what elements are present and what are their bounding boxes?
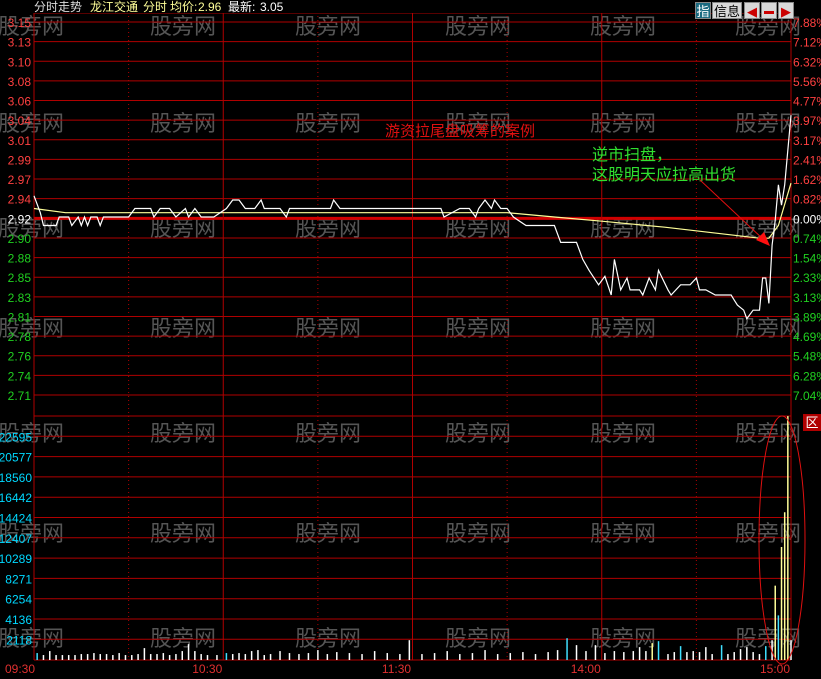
pct-tick-label: 5.56% [793,75,821,89]
avg-label: 均价: [170,0,198,14]
pct-tick-label: 1.62% [793,173,821,187]
watermark-text: 股旁网 [150,317,216,342]
pct-tick-label: 0.74% [793,232,821,246]
watermark-text: 股旁网 [150,522,216,547]
price-tick-label: 2.76 [8,350,32,364]
price-tick-label: 2.99 [8,153,32,167]
volume-tick-label: 2118 [6,633,32,647]
pct-tick-label: 3.17% [793,134,821,148]
info-button[interactable]: 信息 [712,2,742,19]
watermark-text: 股旁网 [150,422,216,447]
price-tick-label: 2.78 [8,330,32,344]
pct-tick-label: 6.28% [793,369,821,383]
latest-label: 最新: [228,0,256,14]
pct-tick-label: 5.48% [793,350,821,364]
volume-tick-label: 16442 [0,491,32,505]
index-button[interactable]: 指 [695,2,711,19]
watermark-text: 股旁网 [590,422,656,447]
price-tick-label: 3.01 [8,134,32,148]
intraday-chart: 股旁网 股旁网 股旁网 股旁网 股旁网 股旁网股旁网 股旁网 股旁网 股旁网 股旁网 股旁网股旁网股… [0,12,821,676]
price-tick-label: 2.92 [8,212,32,226]
price-tick-label: 2.83 [8,291,32,305]
price-tick-label: 3.06 [8,95,32,109]
next-icon[interactable]: ▶ [778,2,794,19]
volume-tick-label: 10289 [0,552,32,566]
pct-tick-label: 0.00% [793,212,821,226]
pct-tick-label: 2.33% [793,271,821,285]
axes: 3.15 7.88% 3.13 7.12% 3.10 6.32% 3.08 5.56% 3.06… [0,16,821,676]
price-tick-label: 3.13 [8,36,32,50]
time-tick-label: 15:00 [760,662,790,676]
mode-label: 分时 [143,0,168,14]
pct-tick-label: 3.89% [793,310,821,324]
watermark-text: 股旁网 [295,522,361,547]
price-tick-label: 2.74 [8,369,32,383]
annotation-note-1: 逆市扫盘， [592,145,672,164]
stock-name: 龙江交通 [90,0,139,14]
price-tick-label: 2.81 [8,310,32,324]
latest-value: 3.05 [260,0,284,14]
price-tick-label: 3.10 [8,55,32,69]
time-tick-label: 09:30 [5,662,35,676]
watermark-text: 股旁网 [295,15,361,40]
pct-tick-label: 7.12% [793,36,821,50]
grid [33,12,792,661]
volume-tick-label: 4136 [5,613,32,627]
volume-tick-label: 6254 [5,593,32,607]
price-tick-label: 2.88 [8,252,32,266]
watermark-text: 股旁网 [295,317,361,342]
volume-tick-label: 8271 [5,572,32,586]
avg-value: 2.96 [198,0,222,14]
prev-icon[interactable]: ◀ [744,2,760,19]
pct-tick-label: 3.13% [793,291,821,305]
price-tick-label: 2.85 [8,271,32,285]
pct-tick-label: 2.41% [793,153,821,167]
price-tick-label: 2.71 [8,389,32,403]
volume-tick-label: 18560 [0,471,32,485]
annotation-note-2: 这股明天应拉高出货 [592,165,736,184]
price-tick-label: 3.04 [8,114,32,128]
volume-tick-label: 12407 [0,532,32,546]
watermark-text: 股旁网 [445,522,511,547]
watermark-text: 股旁网 [445,422,511,447]
pct-tick-label: 0.82% [793,193,821,207]
pct-tick-label: 7.04% [793,389,821,403]
annotation-title: 游资拉尾盘吸筹的案例 [385,122,535,140]
price-tick-label: 2.90 [8,232,32,246]
annotation-arrow [699,179,765,241]
time-tick-label: 11:30 [382,662,411,676]
minimize-icon[interactable]: ▬ [761,2,777,19]
pct-tick-label: 6.32% [793,55,821,69]
watermark-text: 股旁网 [150,112,216,137]
view-label: 分时走势 [34,0,83,14]
watermark-text: 股旁网 [445,15,511,40]
watermark-layer: 股旁网 股旁网 股旁网 股旁网 股旁网 股旁网股旁网 股旁网 股旁网 股旁网 股旁网 股旁网股旁网股… [0,15,801,652]
volume-tick-label: 22595 [0,430,32,444]
volume-tick-label: 14424 [0,512,32,526]
time-tick-label: 10:30 [192,662,222,676]
price-tick-label: 3.08 [8,75,32,89]
watermark-text: 股旁网 [590,112,656,137]
watermark-text: 股旁网 [590,15,656,40]
pct-tick-label: 1.54% [793,252,821,266]
watermark-text: 股旁网 [295,112,361,137]
watermark-text: 股旁网 [590,522,656,547]
time-tick-label: 14:00 [571,662,601,676]
price-tick-label: 2.97 [8,173,32,187]
pct-tick-label: 7.88% [793,16,821,30]
watermark-text: 股旁网 [590,317,656,342]
watermark-text: 股旁网 [150,15,216,40]
pct-tick-label: 4.77% [793,95,821,109]
pct-tick-label: 4.69% [793,330,821,344]
watermark-text: 股旁网 [445,317,511,342]
price-tick-label: 3.15 [8,16,32,30]
pct-tick-label: 3.97% [793,114,821,128]
watermark-text: 股旁网 [295,422,361,447]
volume-tick-label: 20577 [0,451,32,465]
price-tick-label: 2.94 [8,193,32,207]
area-button[interactable]: 区 [803,414,821,431]
